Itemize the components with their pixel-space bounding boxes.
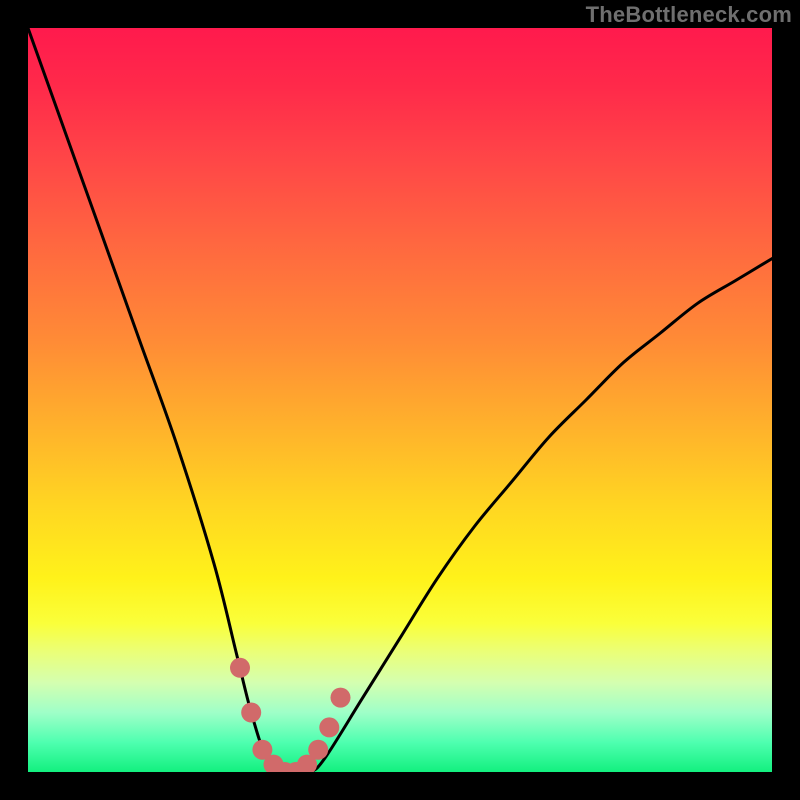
bottleneck-curve (28, 28, 772, 772)
curve-layer (28, 28, 772, 772)
highlight-dot (308, 740, 328, 760)
highlight-dot (241, 703, 261, 723)
plot-area (28, 28, 772, 772)
marker-layer (230, 658, 351, 772)
chart-frame: TheBottleneck.com (0, 0, 800, 800)
watermark-text: TheBottleneck.com (586, 2, 792, 28)
highlight-dot (331, 688, 351, 708)
highlight-dot (230, 658, 250, 678)
highlight-dot (319, 717, 339, 737)
chart-svg (28, 28, 772, 772)
